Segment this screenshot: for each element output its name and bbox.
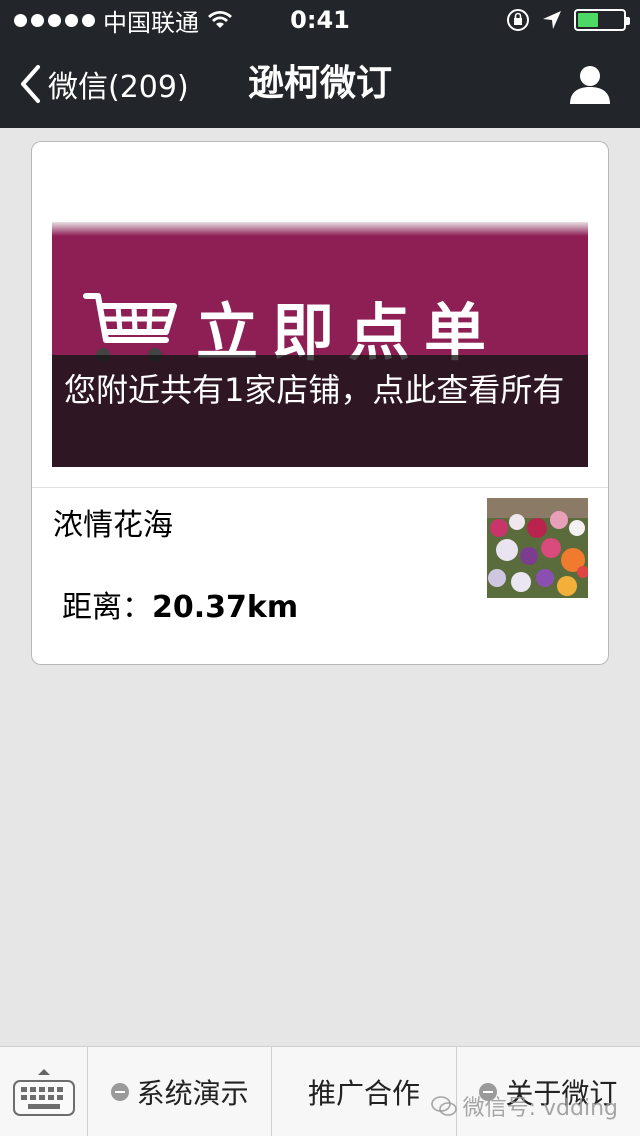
menu-label: 推广合作 — [307, 1077, 420, 1110]
signal-strength-icon — [14, 13, 95, 27]
shop-distance: 距离：20.37km — [62, 582, 298, 626]
wifi-icon — [208, 11, 232, 28]
shop-name[interactable]: 浓情花海 — [53, 500, 173, 544]
location-arrow-icon — [543, 11, 561, 29]
bottom-menu-bar: 系统演示 推广合作 关于微订 — [0, 1046, 640, 1136]
keyboard-icon — [12, 1069, 75, 1116]
nav-bar: 微信(209) 逊柯微订 — [0, 40, 640, 128]
submenu-icon — [479, 1083, 498, 1101]
menu-label: 系统演示 — [136, 1077, 249, 1110]
carrier-name: 中国联通 — [103, 8, 199, 37]
flower-shop-photo — [487, 498, 588, 598]
banner-caption: 您附近共有1家店铺，点此查看所有 — [52, 355, 588, 467]
shop-card: 立即点单 您附近共有1家店铺，点此查看所有 浓情花海 距离：20.37km — [31, 141, 609, 665]
menu-promotion[interactable]: 推广合作 — [272, 1047, 457, 1136]
distance-value: 20.37km — [152, 590, 299, 625]
chevron-left-icon — [21, 65, 40, 103]
menu-system-demo[interactable]: 系统演示 — [88, 1047, 273, 1136]
distance-label: 距离： — [62, 590, 152, 625]
battery-icon — [574, 9, 630, 31]
submenu-icon — [110, 1083, 129, 1101]
order-now-banner[interactable]: 立即点单 您附近共有1家店铺，点此查看所有 — [52, 222, 588, 467]
person-icon[interactable] — [568, 62, 612, 106]
status-right — [506, 8, 630, 32]
back-button[interactable]: 微信(209) — [18, 40, 189, 128]
status-left: 中国联通 — [14, 3, 233, 38]
keyboard-toggle-button[interactable] — [0, 1047, 88, 1136]
rotation-lock-icon — [507, 9, 529, 31]
divider — [32, 487, 608, 488]
back-label: 微信(209) — [48, 70, 189, 105]
shop-thumbnail[interactable] — [487, 498, 588, 598]
menu-about[interactable]: 关于微订 — [457, 1047, 640, 1136]
menu-label: 关于微订 — [505, 1077, 618, 1110]
status-bar: 中国联通 0:41 — [0, 0, 640, 40]
